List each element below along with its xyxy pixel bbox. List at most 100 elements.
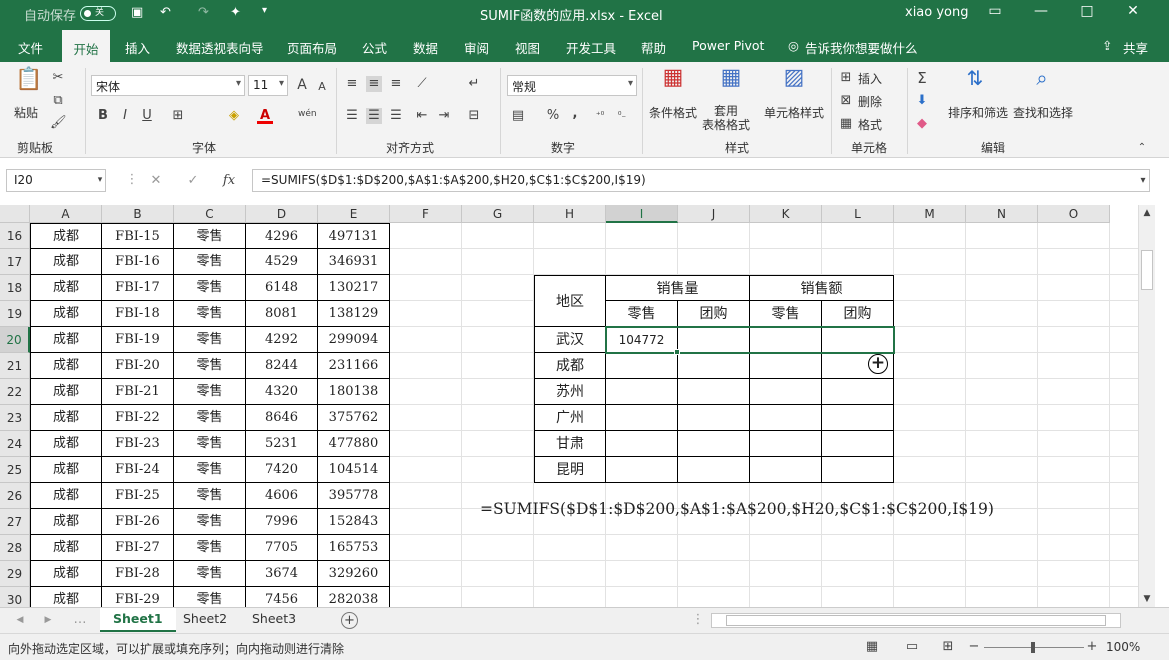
cell-d[interactable]: 4529 [246,249,318,275]
cell-a[interactable]: 成都 [30,327,102,353]
row-header[interactable]: 28 [0,535,30,561]
autosum-icon[interactable]: Σ [914,70,930,86]
page-layout-view-icon[interactable]: ▭ [904,639,920,655]
find-select-button[interactable]: 查找和选择 [1013,104,1073,121]
tab-data[interactable]: 数据 [413,38,438,57]
cell-a[interactable]: 成都 [30,483,102,509]
cell-d[interactable]: 4606 [246,483,318,509]
conditional-format-icon[interactable]: ▦ [659,67,687,100]
summary-value-cell[interactable] [678,353,750,379]
tab-split-icon[interactable]: ⋮ [690,612,706,628]
summary-value-cell[interactable] [606,353,678,379]
cell-b[interactable]: FBI-22 [102,405,174,431]
summary-value-cell[interactable] [678,405,750,431]
cell-e[interactable]: 165753 [318,535,390,561]
zoom-in-button[interactable]: + [1084,639,1100,655]
scroll-down-icon[interactable]: ▼ [1139,591,1155,607]
cell-b[interactable]: FBI-18 [102,301,174,327]
fill-handle[interactable] [674,349,680,355]
summary-value-cell[interactable] [606,431,678,457]
row-header[interactable]: 19 [0,301,30,327]
cell-d[interactable]: 5231 [246,431,318,457]
summary-value-cell[interactable] [678,431,750,457]
cell-b[interactable]: FBI-20 [102,353,174,379]
region-cell[interactable]: 昆明 [534,457,606,483]
cell-e[interactable]: 104514 [318,457,390,483]
tab-insert[interactable]: 插入 [125,38,150,57]
tab-pivot-wizard[interactable]: 数据透视表向导 [176,38,264,57]
summary-value-cell[interactable] [678,379,750,405]
row-header[interactable]: 18 [0,275,30,301]
cell-e[interactable]: 130217 [318,275,390,301]
font-size-select[interactable]: 11 [248,75,288,96]
fill-icon[interactable]: ⬇ [914,93,930,109]
table-format-button[interactable]: 套用 表格格式 [702,104,750,132]
cell-d[interactable]: 4292 [246,327,318,353]
save-icon[interactable]: ▣ [131,5,143,20]
sales-qty-header-cell[interactable]: 销售量 [606,275,750,301]
column-header-m[interactable]: M [894,205,966,223]
cell-b[interactable]: FBI-19 [102,327,174,353]
summary-value-cell[interactable] [750,457,822,483]
cell-b[interactable]: FBI-15 [102,223,174,249]
cell-e[interactable]: 299094 [318,327,390,353]
delete-cells-icon[interactable]: ⊠ [838,93,854,109]
cell-a[interactable]: 成都 [30,587,102,607]
cell-style-button[interactable]: 单元格样式 [764,104,824,121]
cell-b[interactable]: FBI-27 [102,535,174,561]
cell-a[interactable]: 成都 [30,275,102,301]
column-header-d[interactable]: D [246,205,318,223]
scroll-up-icon[interactable]: ▲ [1139,205,1155,221]
column-header-g[interactable]: G [462,205,534,223]
vertical-scrollbar[interactable]: ▲ ▼ [1138,205,1155,607]
cell-c[interactable]: 零售 [174,327,246,353]
cell-c[interactable]: 零售 [174,249,246,275]
cell-e[interactable]: 375762 [318,405,390,431]
cell-e[interactable]: 138129 [318,301,390,327]
table-format-icon[interactable]: ▦ [717,67,745,100]
cell-d[interactable]: 4296 [246,223,318,249]
insert-cells-button[interactable]: 插入 [858,70,882,87]
align-right-icon[interactable]: ☰ [388,108,404,124]
decrease-decimal-icon[interactable]: ⁰₋ [614,108,630,124]
paste-icon[interactable]: 📋 [15,69,42,100]
cell-d[interactable]: 8646 [246,405,318,431]
cell-d[interactable]: 7456 [246,587,318,607]
undo-icon[interactable]: ↶ [160,5,171,20]
cell-style-icon[interactable]: ▨ [780,67,808,100]
zoom-level[interactable]: 100% [1106,640,1140,654]
ribbon-display-icon[interactable]: ▭ [980,3,1010,19]
grow-font-icon[interactable]: A [294,77,310,93]
cell-e[interactable]: 180138 [318,379,390,405]
tab-developer[interactable]: 开发工具 [566,38,616,57]
cell-c[interactable]: 零售 [174,457,246,483]
summary-value-cell[interactable] [822,457,894,483]
column-header-j[interactable]: J [678,205,750,223]
cell-b[interactable]: FBI-21 [102,379,174,405]
merge-center-icon[interactable]: ⊟ [466,108,482,124]
column-header-b[interactable]: B [102,205,174,223]
row-header[interactable]: 22 [0,379,30,405]
row-header[interactable]: 24 [0,431,30,457]
sheet-tab-sheet2[interactable]: Sheet2 [170,608,240,632]
insert-function-button[interactable]: fx [221,173,237,189]
format-cells-icon[interactable]: ▦ [838,116,854,132]
cell-a[interactable]: 成都 [30,249,102,275]
row-header[interactable]: 20 [0,327,30,353]
row-header[interactable]: 16 [0,223,30,249]
formula-input[interactable]: =SUMIFS($D$1:$D$200,$A$1:$A$200,$H20,$C$… [252,169,1150,192]
cell-b[interactable]: FBI-29 [102,587,174,607]
cell-e[interactable]: 152843 [318,509,390,535]
tab-page-layout[interactable]: 页面布局 [287,38,337,57]
clear-icon[interactable]: ◆ [914,116,930,132]
cell-e[interactable]: 346931 [318,249,390,275]
align-top-icon[interactable]: ≡ [344,76,360,92]
region-cell[interactable]: 武汉 [534,327,606,353]
summary-value-cell[interactable] [750,353,822,379]
cell-a[interactable]: 成都 [30,353,102,379]
expand-formula-icon[interactable]: ▾ [1135,173,1151,189]
cell-b[interactable]: FBI-28 [102,561,174,587]
number-format-select[interactable]: 常规 [507,75,637,96]
cell-d[interactable]: 7996 [246,509,318,535]
sales-amt-header-cell[interactable]: 销售额 [750,275,894,301]
